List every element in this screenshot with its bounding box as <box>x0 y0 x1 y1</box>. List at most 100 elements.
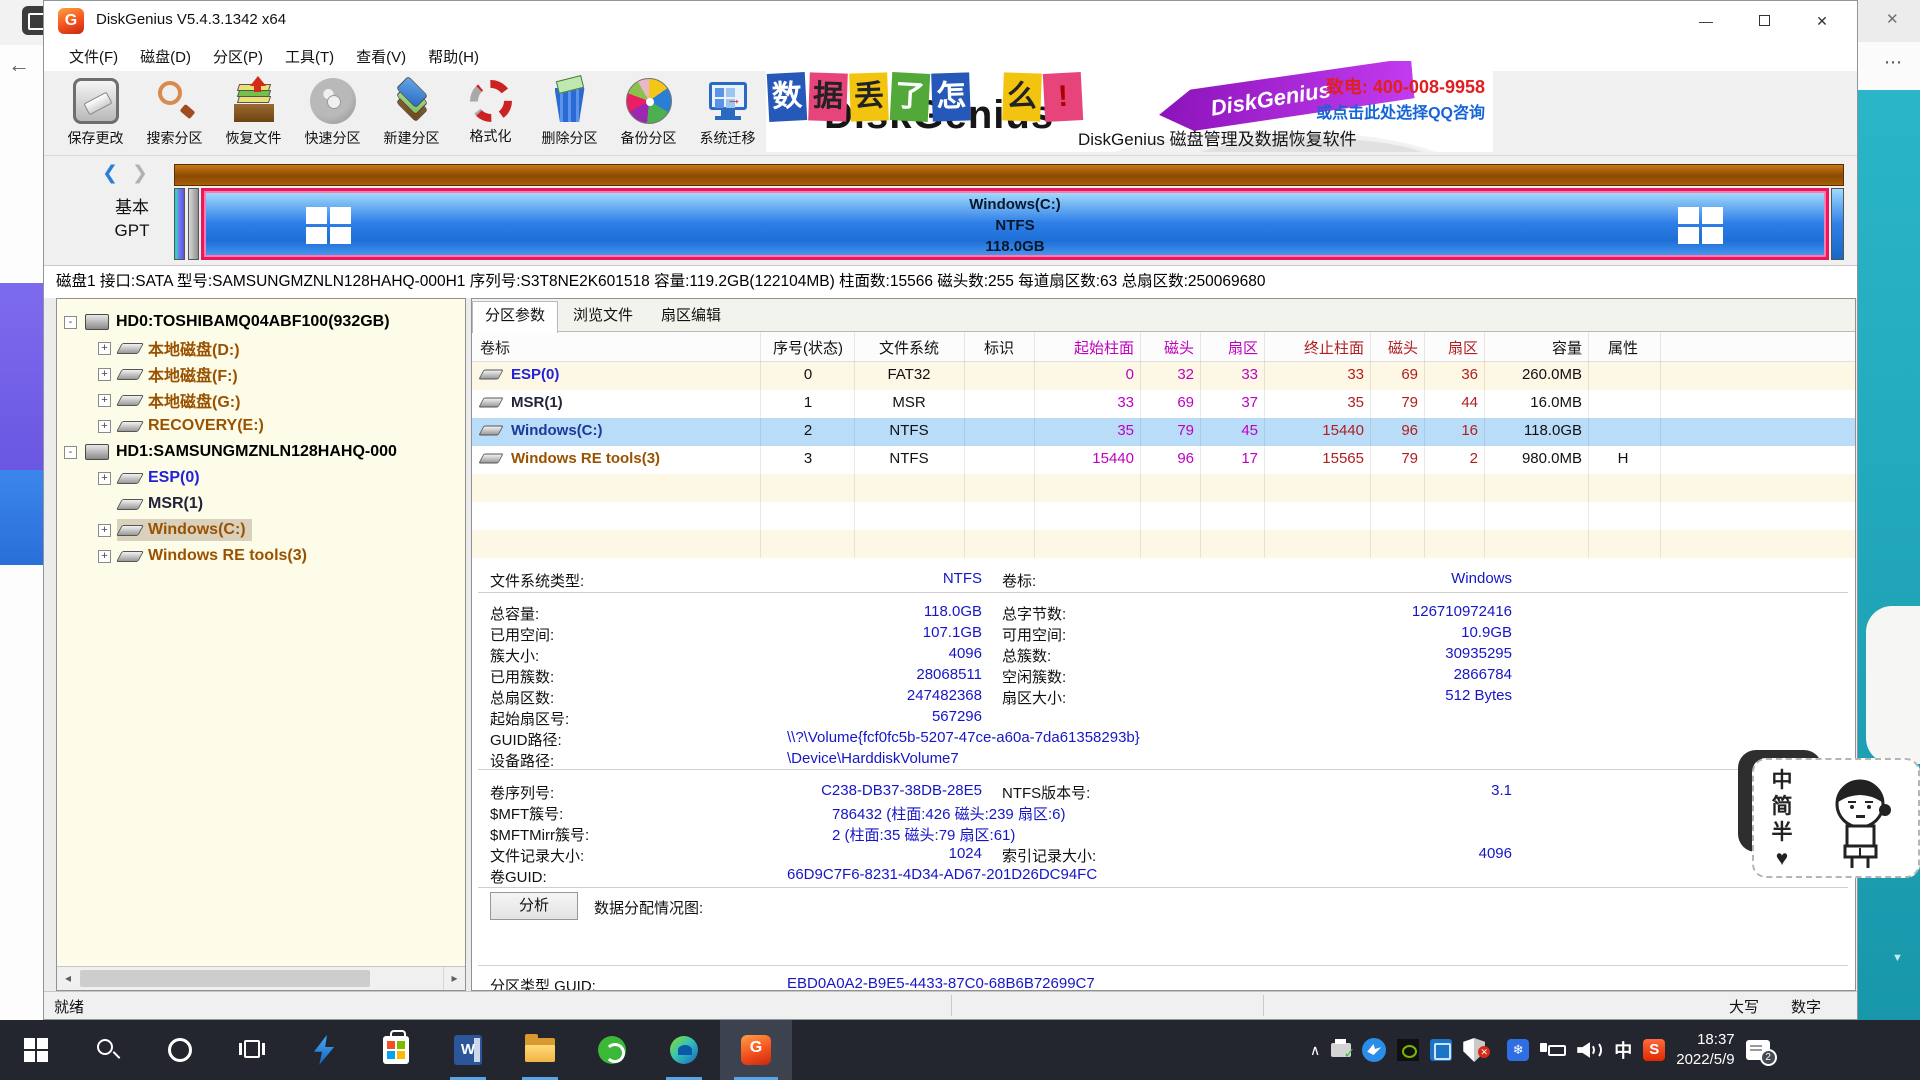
col-filesystem[interactable]: 文件系统 <box>854 337 964 358</box>
menu-disk[interactable]: 磁盘(D) <box>129 42 202 71</box>
expander-icon[interactable]: + <box>98 368 111 381</box>
tree-item-windows-c[interactable]: + Windows(C:) <box>57 518 252 542</box>
sogou-icon[interactable]: S <box>1643 1039 1665 1061</box>
partition-windows-c[interactable]: Windows(C:) NTFS 118.0GB <box>201 188 1829 260</box>
nvidia-icon[interactable] <box>1397 1039 1419 1061</box>
taskbar-app-store[interactable] <box>360 1020 432 1080</box>
intel-graphics-icon[interactable] <box>1430 1039 1452 1061</box>
taskbar-app-flash[interactable] <box>288 1020 360 1080</box>
col-volume-label[interactable]: 卷标 <box>480 337 510 358</box>
expander-icon[interactable]: + <box>98 472 111 485</box>
tree-item-local-d[interactable]: + 本地磁盘(D:) <box>57 336 246 360</box>
scroll-left-icon[interactable]: ◂ <box>57 967 79 990</box>
taskbar-cortana[interactable] <box>144 1020 216 1080</box>
col-seq-status[interactable]: 序号(状态) <box>762 337 854 358</box>
maximize-button[interactable] <box>1735 1 1793 41</box>
tree-item-windows-re[interactable]: + Windows RE tools(3) <box>57 544 313 568</box>
col-identifier[interactable]: 标识 <box>964 337 1034 358</box>
toolbar-quick-partition[interactable]: 快速分区 <box>293 75 372 148</box>
taskbar-app-word[interactable]: W <box>432 1020 504 1080</box>
minimize-button[interactable]: — <box>1677 1 1735 41</box>
toolbar-format[interactable]: 格式化 <box>451 75 530 148</box>
expander-icon[interactable]: - <box>64 446 77 459</box>
tree-horizontal-scrollbar[interactable]: ◂ ▸ <box>57 966 465 990</box>
col-start-cylinder[interactable]: 起始柱面 <box>1034 337 1134 358</box>
titlebar[interactable]: G DiskGenius V5.4.3.1342 x64 — ✕ <box>44 1 1857 41</box>
ime-status-widget[interactable]: 中 简 半 ♥ <box>1752 758 1920 878</box>
more-menu-icon[interactable]: ⋯ <box>1884 52 1902 73</box>
col-end-cylinder[interactable]: 终止柱面 <box>1264 337 1364 358</box>
tray-expand-icon[interactable]: ∧ <box>1310 1042 1320 1059</box>
power-plug-icon[interactable] <box>1540 1043 1566 1057</box>
prev-disk-icon[interactable]: ❮ <box>102 163 132 184</box>
tab-partition-params[interactable]: 分区参数 <box>472 301 558 333</box>
tree-item-local-f[interactable]: + 本地磁盘(F:) <box>57 362 244 386</box>
tree-item-hd0[interactable]: - HD0:TOSHIBAMQ04ABF100(932GB) <box>57 310 396 334</box>
col-start-sector[interactable]: 扇区 <box>1200 337 1258 358</box>
expander-icon[interactable]: + <box>98 524 111 537</box>
tab-sector-edit[interactable]: 扇区编辑 <box>648 302 734 332</box>
col-end-head[interactable]: 磁头 <box>1370 337 1418 358</box>
partition-esp-sliver[interactable] <box>174 188 185 260</box>
taskbar-app-explorer[interactable] <box>504 1020 576 1080</box>
menu-help[interactable]: 帮助(H) <box>417 42 490 71</box>
tab-browse-files[interactable]: 浏览文件 <box>560 302 646 332</box>
tree-item-local-g[interactable]: + 本地磁盘(G:) <box>57 388 246 412</box>
expander-icon[interactable]: + <box>98 550 111 563</box>
tree-item-hd1[interactable]: - HD1:SAMSUNGMZNLN128HAHQ-000 <box>57 440 403 464</box>
background-close-icon[interactable]: ✕ <box>1886 10 1899 28</box>
menu-file[interactable]: 文件(F) <box>58 42 129 71</box>
scroll-right-icon[interactable]: ▸ <box>443 967 465 990</box>
disk-band[interactable] <box>174 164 1844 186</box>
taskbar-app-edge[interactable] <box>648 1020 720 1080</box>
col-start-head[interactable]: 磁头 <box>1140 337 1194 358</box>
col-capacity[interactable]: 容量 <box>1484 337 1582 358</box>
ad-qq-link[interactable]: 或点击此处选择QQ咨询 <box>1316 99 1485 123</box>
toolbar-backup-partition[interactable]: 备份分区 <box>609 75 688 148</box>
taskbar-app-360browser[interactable] <box>576 1020 648 1080</box>
snowflake-icon[interactable]: ❄ <box>1507 1039 1529 1061</box>
ime-lang-indicator[interactable]: 中 <box>1770 768 1794 794</box>
table-row-msr[interactable]: MSR(1) 1 MSR 33 69 37 35 79 44 16.0MB <box>472 390 1855 418</box>
expander-icon[interactable]: + <box>98 420 111 433</box>
table-row-esp[interactable]: ESP(0) 0 FAT32 0 32 33 33 69 36 260.0MB <box>472 362 1855 390</box>
toolbar-save-changes[interactable]: 保存更改 <box>56 75 135 148</box>
tree-item-msr[interactable]: MSR(1) <box>57 492 209 516</box>
expander-icon[interactable]: + <box>98 394 111 407</box>
next-disk-icon[interactable]: ❯ <box>132 163 162 184</box>
menu-view[interactable]: 查看(V) <box>345 42 417 71</box>
start-button[interactable] <box>0 1020 72 1080</box>
tree-item-esp[interactable]: + ESP(0) <box>57 466 206 490</box>
menu-tools[interactable]: 工具(T) <box>274 42 345 71</box>
taskbar-app-diskgenius[interactable]: G <box>720 1020 792 1080</box>
toolbar-new-partition[interactable]: 新建分区 <box>372 75 451 148</box>
col-end-sector[interactable]: 扇区 <box>1424 337 1478 358</box>
toolbar-search-partition[interactable]: 搜索分区 <box>135 75 214 148</box>
taskbar-search[interactable] <box>72 1020 144 1080</box>
analyze-button[interactable]: 分析 <box>490 892 578 920</box>
table-row-windows-c[interactable]: Windows(C:) 2 NTFS 35 79 45 15440 96 16 … <box>472 418 1855 446</box>
toolbar-recover-files[interactable]: 恢复文件 <box>214 75 293 148</box>
col-attributes[interactable]: 属性 <box>1588 337 1658 358</box>
ad-banner[interactable]: DiskGenius 数 据 丢 了 怎 么 ! DiskGenius 致电: … <box>766 61 1493 152</box>
printer-icon[interactable]: ✓ <box>1331 1043 1351 1057</box>
volume-icon[interactable] <box>1577 1040 1603 1060</box>
toolbar-delete-partition[interactable]: 删除分区 <box>530 75 609 148</box>
scrollbar-thumb[interactable] <box>80 970 370 987</box>
table-row-windows-re[interactable]: Windows RE tools(3) 3 NTFS 15440 96 17 1… <box>472 446 1855 474</box>
toolbar-system-migration[interactable]: → 系统迁移 <box>688 75 767 148</box>
ime-simplified-indicator[interactable]: 简 <box>1770 794 1794 820</box>
task-view-button[interactable] <box>216 1020 288 1080</box>
taskbar-clock[interactable]: 18:37 2022/5/9 <box>1676 1030 1734 1070</box>
partition-msr-sliver[interactable] <box>188 188 199 260</box>
partition-re-tools-sliver[interactable] <box>1831 188 1844 260</box>
scroll-down-icon[interactable]: ▼ <box>1892 952 1903 964</box>
expander-icon[interactable]: + <box>98 342 111 355</box>
close-button[interactable]: ✕ <box>1793 1 1851 41</box>
messenger-icon[interactable] <box>1362 1038 1386 1062</box>
expander-icon[interactable]: - <box>64 316 77 329</box>
ime-indicator[interactable]: 中 <box>1614 1037 1632 1063</box>
ime-halfwidth-indicator[interactable]: 半 <box>1770 820 1794 846</box>
back-arrow-icon[interactable]: ← <box>8 52 30 78</box>
tree-item-recovery-e[interactable]: + RECOVERY(E:) <box>57 414 270 438</box>
